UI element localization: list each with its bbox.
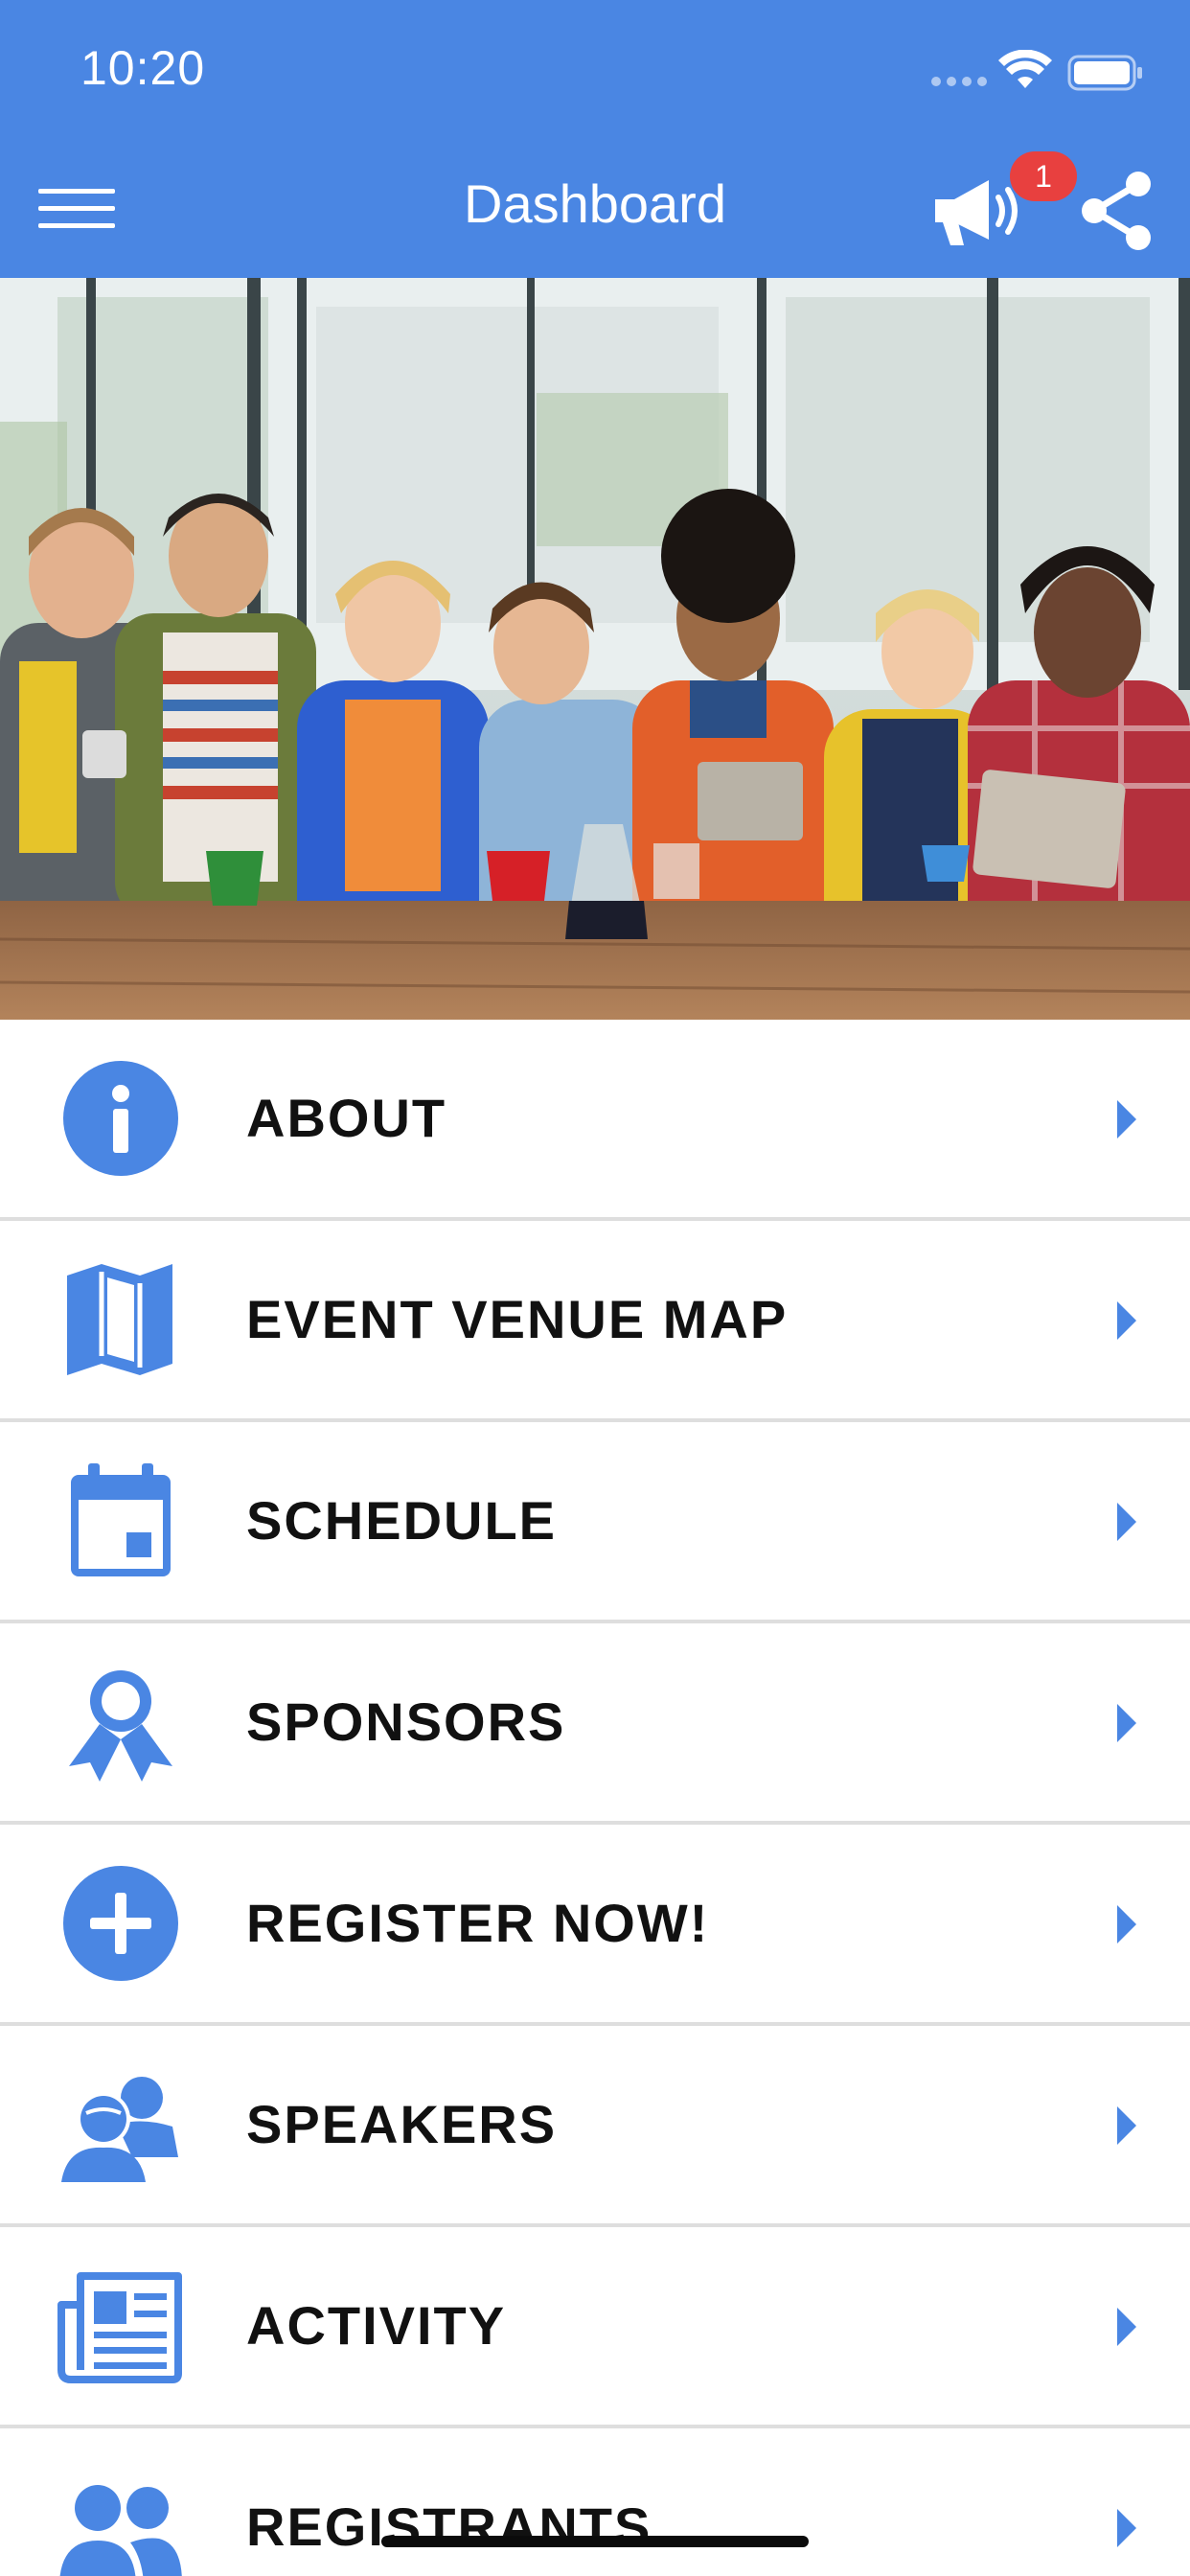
menu-item-label: SPEAKERS [246, 2094, 558, 2154]
chevron-right-icon [1117, 1503, 1136, 1541]
header-bar: 10:20 Dashboard 1 [0, 0, 1190, 278]
chevron-right-icon [1117, 1704, 1136, 1742]
menu-item-sponsors[interactable]: SPONSORS [0, 1623, 1190, 1825]
menu-item-label: ACTIVITY [246, 2295, 507, 2356]
menu-item-activity[interactable]: ACTIVITY [0, 2227, 1190, 2428]
share-icon[interactable] [1077, 169, 1156, 253]
menu-item-label: REGISTER NOW! [246, 1893, 710, 1953]
chevron-right-icon [1117, 2509, 1136, 2547]
battery-icon [1067, 55, 1142, 91]
chevron-right-icon [1117, 1301, 1136, 1340]
home-indicator[interactable] [381, 2536, 809, 2547]
map-icon [67, 1264, 172, 1375]
group-icon [59, 2485, 182, 2576]
menu-item-schedule[interactable]: SCHEDULE [0, 1422, 1190, 1623]
status-time: 10:20 [80, 41, 206, 95]
menu-item-label: EVENT VENUE MAP [246, 1289, 789, 1349]
chevron-right-icon [1117, 1100, 1136, 1138]
menu-item-label: ABOUT [246, 1088, 447, 1148]
dashboard-menu-list: ABOUT EVENT VENUE MAP SCHEDULE SPONSORS … [0, 1020, 1190, 2576]
menu-item-label: SCHEDULE [246, 1490, 558, 1551]
menu-item-registrants[interactable]: REGISTRANTS [0, 2428, 1190, 2576]
hero-image [0, 278, 1190, 1020]
dashboard-screen: 10:20 Dashboard 1 ABOUT EVENT VENUE MAP … [0, 0, 1190, 2576]
chevron-right-icon [1117, 2308, 1136, 2346]
menu-item-label: SPONSORS [246, 1691, 566, 1752]
calendar-icon [71, 1463, 171, 1576]
chevron-right-icon [1117, 2106, 1136, 2145]
menu-item-event-venue-map[interactable]: EVENT VENUE MAP [0, 1221, 1190, 1422]
cellular-signal-icon [931, 77, 987, 86]
wifi-icon [998, 50, 1052, 88]
award-ribbon-icon [69, 1670, 172, 1782]
newspaper-icon [57, 2272, 182, 2383]
menu-item-register-now[interactable]: REGISTER NOW! [0, 1825, 1190, 2026]
speakers-icon [61, 2077, 178, 2182]
notification-badge: 1 [1010, 151, 1077, 201]
menu-item-speakers[interactable]: SPEAKERS [0, 2026, 1190, 2227]
chevron-right-icon [1117, 1905, 1136, 1944]
menu-item-about[interactable]: ABOUT [0, 1020, 1190, 1221]
menu-item-label: REGISTRANTS [246, 2496, 652, 2557]
plus-circle-icon [63, 1866, 178, 1981]
info-circle-icon [63, 1061, 178, 1176]
